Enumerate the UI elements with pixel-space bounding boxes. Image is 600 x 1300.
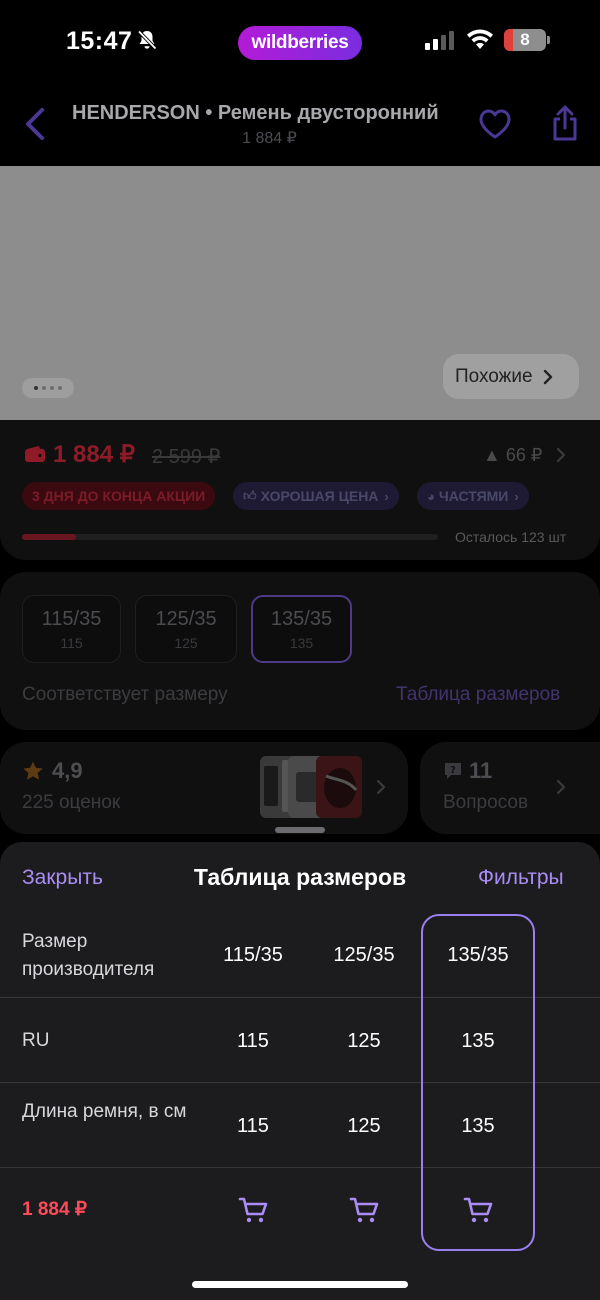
similar-button[interactable]: Похожие	[443, 354, 579, 399]
installments-label: ЧАСТЯМИ	[438, 488, 509, 504]
chevron-right-icon	[376, 779, 386, 795]
table-cell: 115/35	[223, 944, 283, 966]
photo-pagination-dots	[22, 378, 74, 398]
old-price: 2 599 ₽	[152, 446, 221, 468]
wifi-icon	[467, 29, 493, 49]
battery-tip	[547, 36, 550, 44]
good-price-badge[interactable]: 👍︎ ХОРОШАЯ ЦЕНА ›	[233, 482, 399, 510]
home-indicator[interactable]	[192, 1281, 408, 1288]
table-cell: 115	[237, 1115, 269, 1137]
row-label-ru: RU	[22, 1030, 50, 1051]
size-ru: 115	[60, 634, 83, 651]
selected-size-column-highlight	[421, 914, 535, 1251]
price-change[interactable]: ▲ 66 ₽	[483, 445, 542, 466]
brand-badge: wildberries	[238, 26, 362, 60]
size-ru: 135	[289, 634, 314, 651]
installments-badge[interactable]: ◕ ЧАСТЯМИ ›	[417, 482, 529, 510]
row-label-manufacturer-size: Размер производителя	[22, 931, 155, 980]
row-label-belt-length: Длина ремня, в см	[22, 1101, 187, 1122]
size-fit-text: Соответствует размеру	[22, 684, 228, 705]
cart-icon[interactable]	[349, 1195, 379, 1225]
chevron-right-icon	[543, 369, 552, 384]
table-cell: 115	[237, 1030, 269, 1052]
wallet-icon	[25, 446, 45, 462]
status-time: 15:47	[66, 27, 133, 55]
header-price: 1 884 ₽	[242, 130, 297, 147]
similar-label: Похожие	[455, 365, 533, 387]
table-cell: 125	[347, 1030, 381, 1052]
top-navigation: HENDERSON • Ремень двусторонний 1 884 ₽	[0, 84, 600, 166]
cart-icon[interactable]	[238, 1195, 268, 1225]
table-cell: 125	[347, 1115, 381, 1137]
back-chevron-icon[interactable]	[22, 106, 48, 142]
size-name: 135/35	[270, 607, 333, 630]
battery-indicator: 8	[504, 29, 546, 51]
bell-muted-icon	[137, 30, 157, 50]
size-option-115-35[interactable]: 115/35 115	[22, 595, 121, 663]
questions-label: Вопросов	[443, 792, 529, 813]
thumbs-up-icon: 👍︎	[243, 488, 257, 503]
size-option-135-35-selected[interactable]: 135/35 135	[251, 595, 352, 663]
stock-left-label: Осталось 123 шт	[455, 529, 567, 545]
rating-count: 225 оценок	[22, 792, 121, 813]
table-cell: 125/35	[333, 944, 395, 966]
size-table-link[interactable]: Таблица размеров	[396, 684, 560, 706]
review-photos-thumbnails[interactable]	[260, 756, 362, 818]
battery-level: 8	[520, 30, 530, 49]
rating-value: 4,9	[52, 758, 83, 783]
heart-icon[interactable]	[478, 108, 512, 140]
close-button[interactable]: Закрыть	[22, 866, 103, 890]
chevron-right-icon	[556, 447, 566, 463]
chevron-right-icon	[556, 779, 566, 795]
question-bubble-icon: ?	[445, 763, 461, 779]
size-option-125-35[interactable]: 125/35 125	[135, 595, 237, 663]
good-price-label: ХОРОШАЯ ЦЕНА	[260, 488, 379, 504]
star-icon	[23, 761, 43, 780]
stock-progress-bar	[22, 534, 438, 540]
filters-button[interactable]: Фильтры	[478, 866, 564, 890]
share-icon[interactable]	[550, 104, 580, 142]
chevron-right-icon: ›	[514, 488, 519, 504]
status-bar: 15:47 wildberries 8	[0, 0, 600, 84]
size-name: 125/35	[155, 607, 217, 630]
svg-text:?: ?	[450, 765, 456, 776]
questions-card[interactable]	[420, 742, 600, 834]
pie-chart-icon: ◕	[427, 488, 435, 504]
stock-progress-fill	[22, 534, 77, 540]
chevron-right-icon: ›	[384, 488, 389, 504]
sheet-grabber[interactable]	[275, 827, 325, 833]
product-title: HENDERSON • Ремень двусторонний	[72, 102, 439, 124]
size-ru: 125	[174, 634, 198, 651]
row-price: 1 884 ₽	[22, 1199, 87, 1220]
current-price: 1 884 ₽	[53, 441, 135, 468]
promo-badge: 3 ДНЯ ДО КОНЦА АКЦИИ	[22, 482, 216, 510]
size-name: 115/35	[41, 607, 102, 630]
questions-count: 11	[469, 758, 493, 783]
cellular-signal-icon	[425, 31, 454, 50]
